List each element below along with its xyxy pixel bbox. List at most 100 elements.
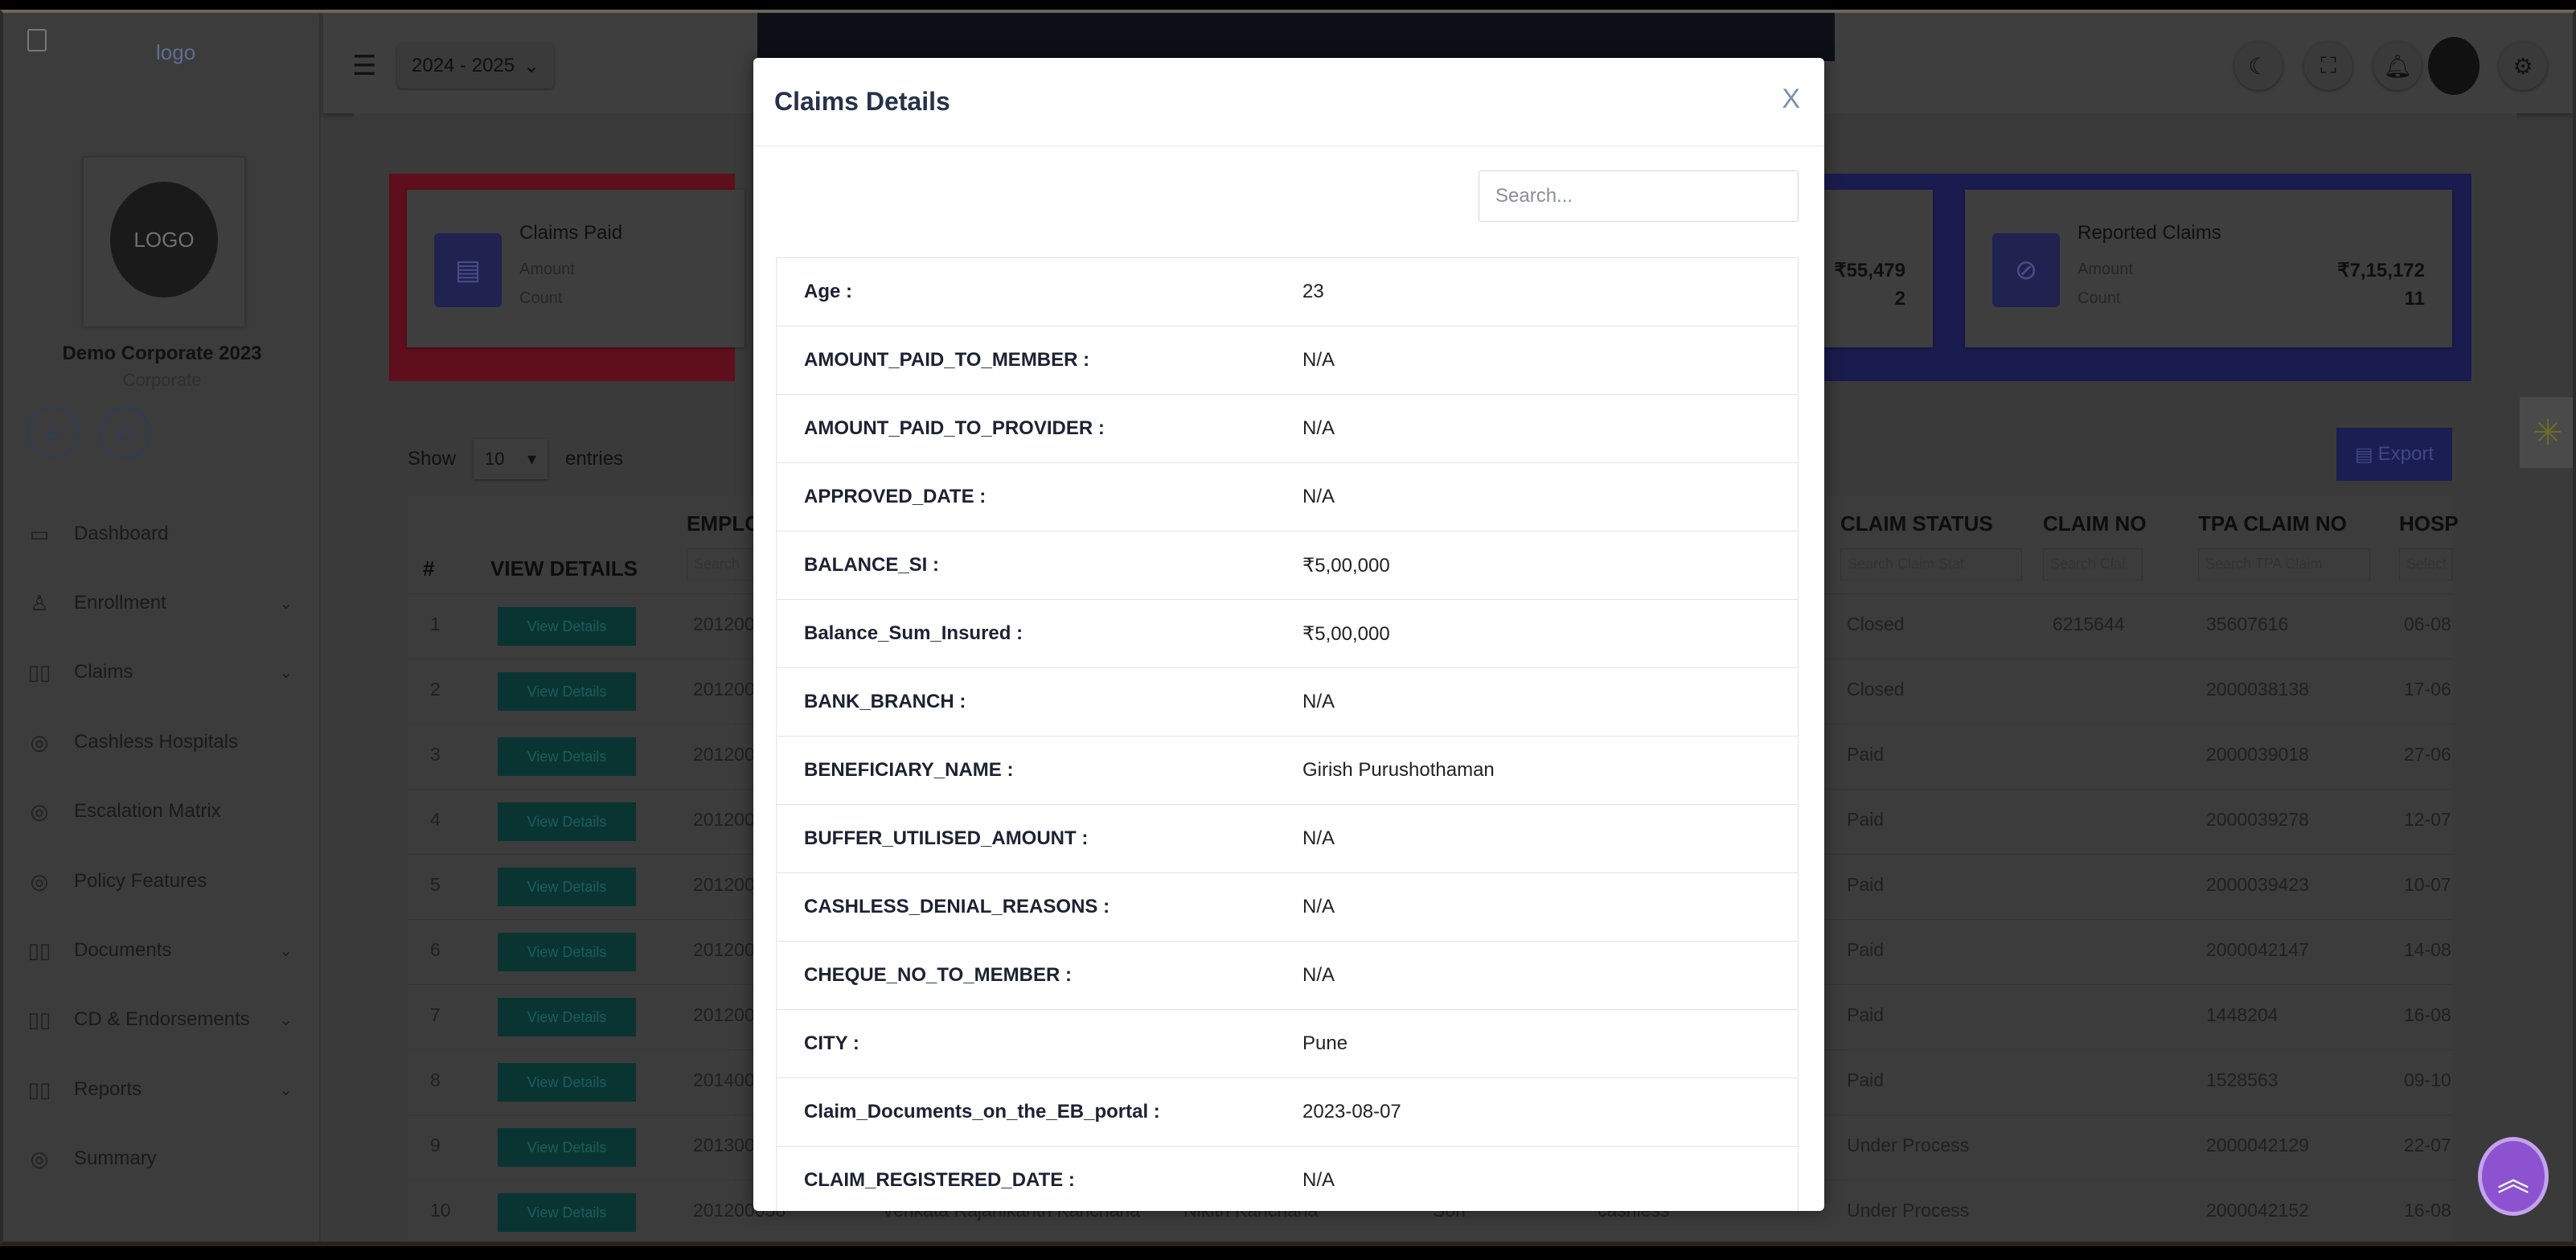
close-button[interactable]: X bbox=[1782, 84, 1800, 115]
row-number: 6 bbox=[430, 939, 441, 960]
fullscreen-icon[interactable]: ⛶ bbox=[2304, 42, 2352, 90]
row-number: 3 bbox=[430, 744, 441, 765]
row-number: 7 bbox=[430, 1004, 441, 1025]
dark-mode-icon[interactable]: ☾ bbox=[2234, 42, 2283, 90]
hospital-date: 09-10 bbox=[2404, 1069, 2451, 1090]
export-button[interactable]: ▤ Export bbox=[2336, 428, 2452, 481]
view-details-button[interactable]: View Details bbox=[498, 1063, 636, 1102]
monitor-icon: ▭ bbox=[29, 521, 50, 546]
export-label: Export bbox=[2377, 443, 2434, 465]
sidebar-item-documents[interactable]: ▯▯ Documents ⌄ bbox=[27, 934, 293, 967]
sidebar-item-policy-features[interactable]: ◎ Policy Features bbox=[27, 865, 293, 897]
sidebar-item-enrollment[interactable]: ♙ Enrollment ⌄ bbox=[27, 587, 293, 619]
amount-label: Amount bbox=[2078, 261, 2133, 278]
company-logo: LOGO bbox=[110, 182, 218, 298]
employee-search-input[interactable]: Search bbox=[687, 548, 759, 581]
detail-value: N/A bbox=[1302, 486, 1335, 507]
view-details-button[interactable]: View Details bbox=[498, 1128, 636, 1167]
detail-row: CLAIM_REGISTERED_DATE : N/A bbox=[777, 1147, 1798, 1211]
modal-header: Claims Details X bbox=[753, 58, 1824, 146]
column-header-employee[interactable]: EMPLO bbox=[687, 511, 761, 536]
employee-id: 201300 bbox=[693, 1135, 755, 1155]
column-header-view-details[interactable]: VIEW DETAILS bbox=[490, 556, 638, 581]
sidebar-item-dashboard[interactable]: ▭ Dashboard bbox=[27, 518, 293, 550]
sidebar-item-label: Claims bbox=[74, 661, 133, 683]
tpa-claim-no: 2000039278 bbox=[2206, 809, 2309, 830]
column-header-hospital[interactable]: HOSP bbox=[2399, 511, 2459, 536]
user-avatar[interactable] bbox=[2428, 37, 2480, 95]
view-details-button[interactable]: View Details bbox=[498, 998, 636, 1036]
detail-row: AMOUNT_PAID_TO_MEMBER : N/A bbox=[777, 326, 1798, 395]
chevron-down-icon: ⌄ bbox=[279, 1081, 293, 1099]
search-input[interactable] bbox=[1479, 170, 1799, 222]
view-details-button[interactable]: View Details bbox=[498, 802, 636, 841]
chevron-down-icon: ⌄ bbox=[523, 55, 539, 77]
detail-row: Balance_Sum_Insured : ₹5,00,000 bbox=[777, 600, 1798, 668]
sidebar-item-label: Summary bbox=[74, 1147, 157, 1169]
detail-row: APPROVED_DATE : N/A bbox=[777, 463, 1798, 531]
count-value: 2 bbox=[1894, 288, 1905, 310]
claim-no-search-input[interactable]: Search Clai bbox=[2043, 548, 2143, 581]
entries-value: 10 bbox=[485, 449, 505, 469]
sidebar-item-label: Policy Features bbox=[74, 870, 207, 892]
entries-selector: Show 10 ▾ entries bbox=[408, 439, 623, 479]
employee-id: 201200 bbox=[693, 614, 755, 634]
sidebar-item-cd-endorsements[interactable]: ▯▯ CD & Endorsements ⌄ bbox=[27, 1003, 293, 1036]
claim-status: Paid bbox=[1847, 939, 1885, 960]
claim-status: Paid bbox=[1847, 1004, 1885, 1025]
view-details-button[interactable]: View Details bbox=[498, 672, 636, 711]
sidebar-item-reports[interactable]: ▯▯ Reports ⌄ bbox=[27, 1073, 293, 1106]
book-icon: ▯▯ bbox=[27, 1007, 51, 1032]
hospital-date: 06-08 bbox=[2404, 614, 2451, 634]
row-number: 9 bbox=[430, 1135, 441, 1155]
year-select[interactable]: 2024 - 2025 ⌄ bbox=[397, 43, 554, 88]
column-header-claim-no[interactable]: CLAIM NO bbox=[2043, 511, 2147, 536]
location-pin-icon: ◎ bbox=[30, 1146, 49, 1171]
hospital-date: 12-07 bbox=[2404, 809, 2451, 830]
claim-status: Closed bbox=[1847, 614, 1905, 634]
tpa-claim-search-input[interactable]: Search TPA Claim bbox=[2198, 548, 2370, 581]
overlay-strip bbox=[757, 13, 1835, 61]
card-title: Reported Claims bbox=[2078, 222, 2221, 244]
tpa-claim-no: 2000042152 bbox=[2206, 1200, 2309, 1221]
settings-sparkle-icon[interactable]: ✳ bbox=[2520, 397, 2573, 468]
detail-key: BALANCE_SI : bbox=[804, 554, 940, 576]
view-details-button[interactable]: View Details bbox=[498, 737, 636, 776]
detail-value: ₹5,00,000 bbox=[1302, 623, 1390, 645]
scroll-to-top-button[interactable]: ︽ bbox=[2478, 1137, 2549, 1216]
employee-id: 201200 bbox=[693, 744, 755, 765]
column-header-tpa-claim-no[interactable]: TPA CLAIM NO bbox=[2198, 511, 2347, 536]
logout-button[interactable]: ⏻ bbox=[100, 407, 151, 458]
location-pin-icon: ◎ bbox=[30, 868, 49, 893]
view-details-button[interactable]: View Details bbox=[498, 607, 636, 646]
hospital-select[interactable]: Select bbox=[2399, 548, 2452, 581]
sidebar-item-summary[interactable]: ◎ Summary bbox=[27, 1143, 293, 1175]
claim-status: Paid bbox=[1847, 809, 1885, 830]
sidebar-item-cashless-hospitals[interactable]: ◎ Cashless Hospitals bbox=[27, 726, 293, 758]
claim-status-search-input[interactable]: Search Claim Stat bbox=[1840, 548, 2022, 581]
employee-id: 201200 bbox=[693, 679, 755, 700]
entries-select[interactable]: 10 ▾ bbox=[474, 439, 548, 479]
column-header-claim-status[interactable]: CLAIM STATUS bbox=[1840, 511, 1993, 536]
employee-id: 201400 bbox=[693, 1069, 755, 1090]
detail-value: ₹5,00,000 bbox=[1302, 555, 1390, 577]
tpa-claim-no: 2000042129 bbox=[2206, 1135, 2309, 1155]
gear-icon[interactable]: ⚙ bbox=[2499, 42, 2547, 90]
modal-title: Claims Details bbox=[774, 87, 950, 116]
claim-status: Under Process bbox=[1847, 1135, 1970, 1155]
employee-id: 201200 bbox=[693, 874, 755, 895]
detail-row: BENEFICIARY_NAME : Girish Purushothaman bbox=[777, 737, 1798, 805]
bell-icon[interactable]: 🔔︎ bbox=[2373, 42, 2422, 90]
sidebar-item-escalation-matrix[interactable]: ◎ Escalation Matrix bbox=[27, 795, 293, 827]
view-details-button[interactable]: View Details bbox=[498, 933, 636, 971]
claim-no: 6215644 bbox=[2053, 614, 2125, 634]
view-details-button[interactable]: View Details bbox=[498, 1193, 636, 1232]
chevron-down-icon: ⌄ bbox=[279, 663, 293, 682]
show-label: Show bbox=[408, 448, 457, 470]
sidebar-item-claims[interactable]: ▯▯ Claims ⌄ bbox=[27, 656, 293, 688]
file-icon: ▤ bbox=[2354, 443, 2373, 466]
menu-icon[interactable]: ☰ bbox=[352, 50, 376, 82]
profile-button[interactable]: ♙ bbox=[27, 407, 79, 458]
detail-value: 23 bbox=[1302, 281, 1324, 302]
view-details-button[interactable]: View Details bbox=[498, 868, 636, 906]
